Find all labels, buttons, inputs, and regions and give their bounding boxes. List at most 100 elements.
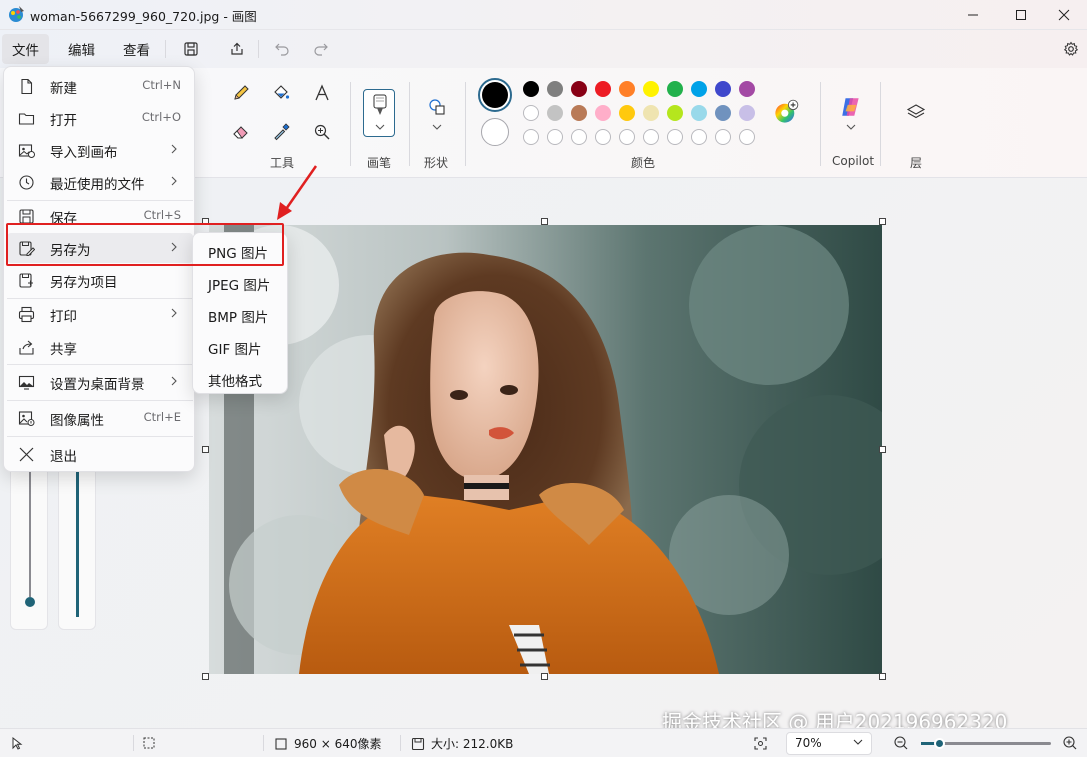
color-swatch[interactable] [643,81,659,97]
menu-item-share[interactable]: 共享 [7,332,193,362]
fill-tool[interactable] [268,80,294,106]
submenu-item-bmp[interactable]: BMP 图片 [197,300,285,328]
color-swatch[interactable] [547,105,563,121]
color-swatch[interactable] [595,105,611,121]
brush-size-slider[interactable] [10,458,48,630]
menu-bar: 文件 编辑 查看 [0,30,1087,68]
minimize-button[interactable] [950,0,996,30]
zoom-slider[interactable] [921,738,1051,749]
pencil-tool[interactable] [228,80,254,106]
secondary-color[interactable] [481,118,509,146]
menu-view[interactable]: 查看 [113,34,160,64]
resize-handle-top-right[interactable] [879,218,886,225]
shapes-button[interactable] [424,94,450,120]
color-swatch[interactable] [571,81,587,97]
resize-handle-right[interactable] [879,446,886,453]
redo-button[interactable] [306,35,336,63]
menu-item-set-as-background[interactable]: 设置为桌面背景 [7,367,193,397]
color-swatch[interactable] [595,81,611,97]
window-title: woman-5667299_960_720.jpg - 画图 [30,9,257,24]
text-tool[interactable] [309,80,335,106]
eraser-tool[interactable] [228,119,254,145]
resize-handle-top[interactable] [541,218,548,225]
custom-color-slot[interactable] [667,129,683,145]
brush-selector[interactable] [363,89,395,137]
menu-item-save-as-project[interactable]: 另存为项目 [7,265,193,295]
menu-item-new[interactable]: 新建 Ctrl+N [7,71,193,101]
menu-item-import-to-canvas[interactable]: 导入到画布 [7,135,193,165]
fit-to-window-icon[interactable] [753,736,768,751]
resize-handle-bottom-left[interactable] [202,673,209,680]
quick-share-button[interactable] [222,35,252,63]
submenu-item-other-formats[interactable]: 其他格式 [197,364,285,392]
layers-button[interactable] [903,99,929,125]
custom-color-slot[interactable] [619,129,635,145]
color-swatch[interactable] [739,105,755,121]
image-dimensions: 960 × 640像素 [274,735,382,752]
color-swatch[interactable] [619,105,635,121]
custom-color-slot[interactable] [691,129,707,145]
quick-save-button[interactable] [176,35,206,63]
edit-colors-button[interactable] [773,99,799,125]
color-swatch[interactable] [523,105,539,121]
menu-edit[interactable]: 编辑 [58,34,105,64]
zoom-select[interactable]: 70% [786,732,872,755]
image-properties-icon [18,411,35,426]
resize-handle-left[interactable] [202,446,209,453]
color-swatch[interactable] [667,81,683,97]
color-swatch[interactable] [523,81,539,97]
color-swatch[interactable] [547,81,563,97]
color-swatch[interactable] [619,81,635,97]
custom-color-slot[interactable] [595,129,611,145]
submenu-item-jpeg[interactable]: JPEG 图片 [197,268,285,296]
color-swatch[interactable] [667,105,683,121]
custom-color-slot[interactable] [523,129,539,145]
opacity-slider[interactable] [58,458,96,630]
color-swatch[interactable] [691,81,707,97]
resize-handle-bottom[interactable] [541,673,548,680]
ribbon-separator [820,82,821,166]
custom-color-slot[interactable] [715,129,731,145]
share-icon [231,42,243,55]
custom-color-slot[interactable] [643,129,659,145]
menu-item-open[interactable]: 打开 Ctrl+O [7,103,193,133]
resize-handle-bottom-right[interactable] [879,673,886,680]
chevron-right-icon [171,376,177,386]
chevron-right-icon [171,176,177,186]
submenu-item-gif[interactable]: GIF 图片 [197,332,285,360]
magnifier-tool[interactable] [309,119,335,145]
primary-color[interactable] [478,78,512,112]
slider-thumb[interactable] [25,597,35,607]
color-swatch[interactable] [571,105,587,121]
zoom-in-icon[interactable] [1062,735,1078,751]
custom-color-slot[interactable] [547,129,563,145]
color-swatch[interactable] [739,81,755,97]
custom-color-slot[interactable] [739,129,755,145]
menu-item-recent-files[interactable]: 最近使用的文件 [7,167,193,197]
custom-color-slot[interactable] [571,129,587,145]
menu-item-exit[interactable]: 退出 [7,439,193,469]
undo-button[interactable] [267,35,297,63]
status-separator [400,735,401,751]
color-picker-tool[interactable] [268,119,294,145]
settings-button[interactable] [1056,35,1086,63]
ribbon-separator [350,82,351,166]
chevron-down-icon [432,124,442,130]
close-window-button[interactable] [1041,0,1087,30]
color-wheel-icon [775,99,799,123]
copilot-group-label: Copilot [832,154,875,168]
canvas-image[interactable] [209,225,882,674]
menu-item-image-properties[interactable]: 图像属性 Ctrl+E [7,403,193,433]
zoom-slider-thumb[interactable] [934,738,945,749]
zoom-out-icon[interactable] [893,735,909,751]
copilot-button[interactable] [838,94,864,120]
color-swatch[interactable] [715,105,731,121]
color-swatch[interactable] [691,105,707,121]
color-swatch[interactable] [643,105,659,121]
menu-file[interactable]: 文件 [2,34,49,64]
menu-item-print[interactable]: 打印 [7,299,193,329]
chevron-down-icon [846,124,856,130]
color-swatch[interactable] [715,81,731,97]
maximize-button[interactable] [998,0,1044,30]
file-size: 大小: 212.0KB [411,735,513,752]
